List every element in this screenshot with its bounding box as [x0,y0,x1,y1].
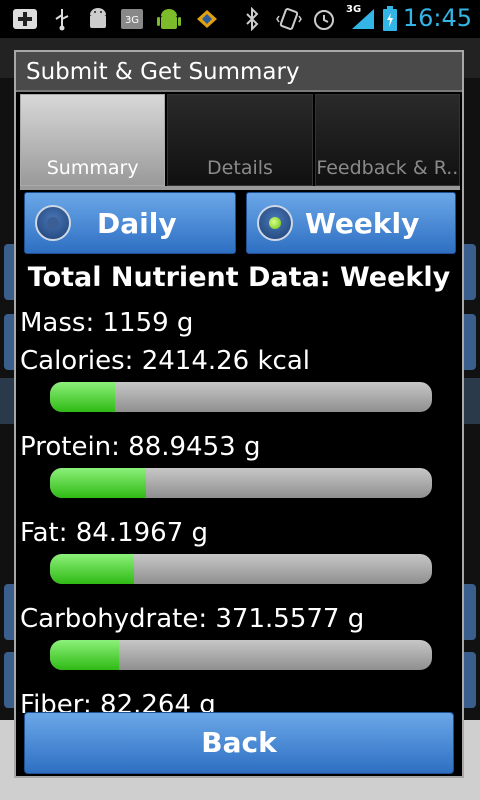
tab-bar: Summary Details Feedback & R.. [20,94,460,186]
fat-progress-bar [50,554,432,584]
battery-icon [382,6,398,31]
carbohydrate-progress-bar [50,640,432,670]
summary-heading: Total Nutrient Data: Weekly [27,262,451,293]
fat-text: Fat: 84.1967 g [20,518,209,548]
plus-icon [12,7,38,31]
radio-unchecked-icon [35,205,71,241]
dialog-title: Submit & Get Summary [16,52,462,92]
bluetooth-icon [244,7,260,31]
progress-fill [50,382,115,412]
clock: 16:45 [402,4,472,32]
protein-text: Protein: 88.9453 g [20,432,261,462]
mass-text: Mass: 1159 g [20,308,194,338]
progress-fill [50,468,146,498]
usb-icon [52,7,72,31]
back-button[interactable]: Back [24,712,454,774]
weekly-label: Weekly [305,207,420,240]
svg-text:3G: 3G [125,15,139,26]
tab-details-label: Details [207,157,273,179]
daily-label: Daily [97,207,177,240]
tab-summary[interactable]: Summary [20,94,166,186]
status-bar: 3G 3G 16:45 [0,0,480,38]
tab-summary-label: Summary [46,157,139,179]
3g-icon: 3G [120,7,144,31]
signal-icon [350,7,376,31]
calories-progress-bar [50,382,432,412]
tab-feedback[interactable]: Feedback & R.. [314,94,460,186]
calories-text: Calories: 2414.26 kcal [20,346,310,376]
tab-details[interactable]: Details [167,94,313,186]
vibrate-icon [276,7,302,31]
tab-feedback-label: Feedback & R.. [316,157,459,179]
radio-checked-icon [257,205,293,241]
progress-fill [50,640,119,670]
weekly-radio-button[interactable]: Weekly [246,192,456,254]
android-icon [86,7,110,31]
daily-radio-button[interactable]: Daily [24,192,236,254]
carbohydrate-text: Carbohydrate: 371.5577 g [20,604,365,634]
tab-underline [20,186,460,190]
alarm-icon [312,7,336,31]
protein-progress-bar [50,468,432,498]
sd-card-icon [194,7,220,31]
progress-fill [50,554,135,584]
android-robot-icon [156,7,182,31]
summary-dialog: Submit & Get Summary Summary Details Fee… [14,50,464,778]
